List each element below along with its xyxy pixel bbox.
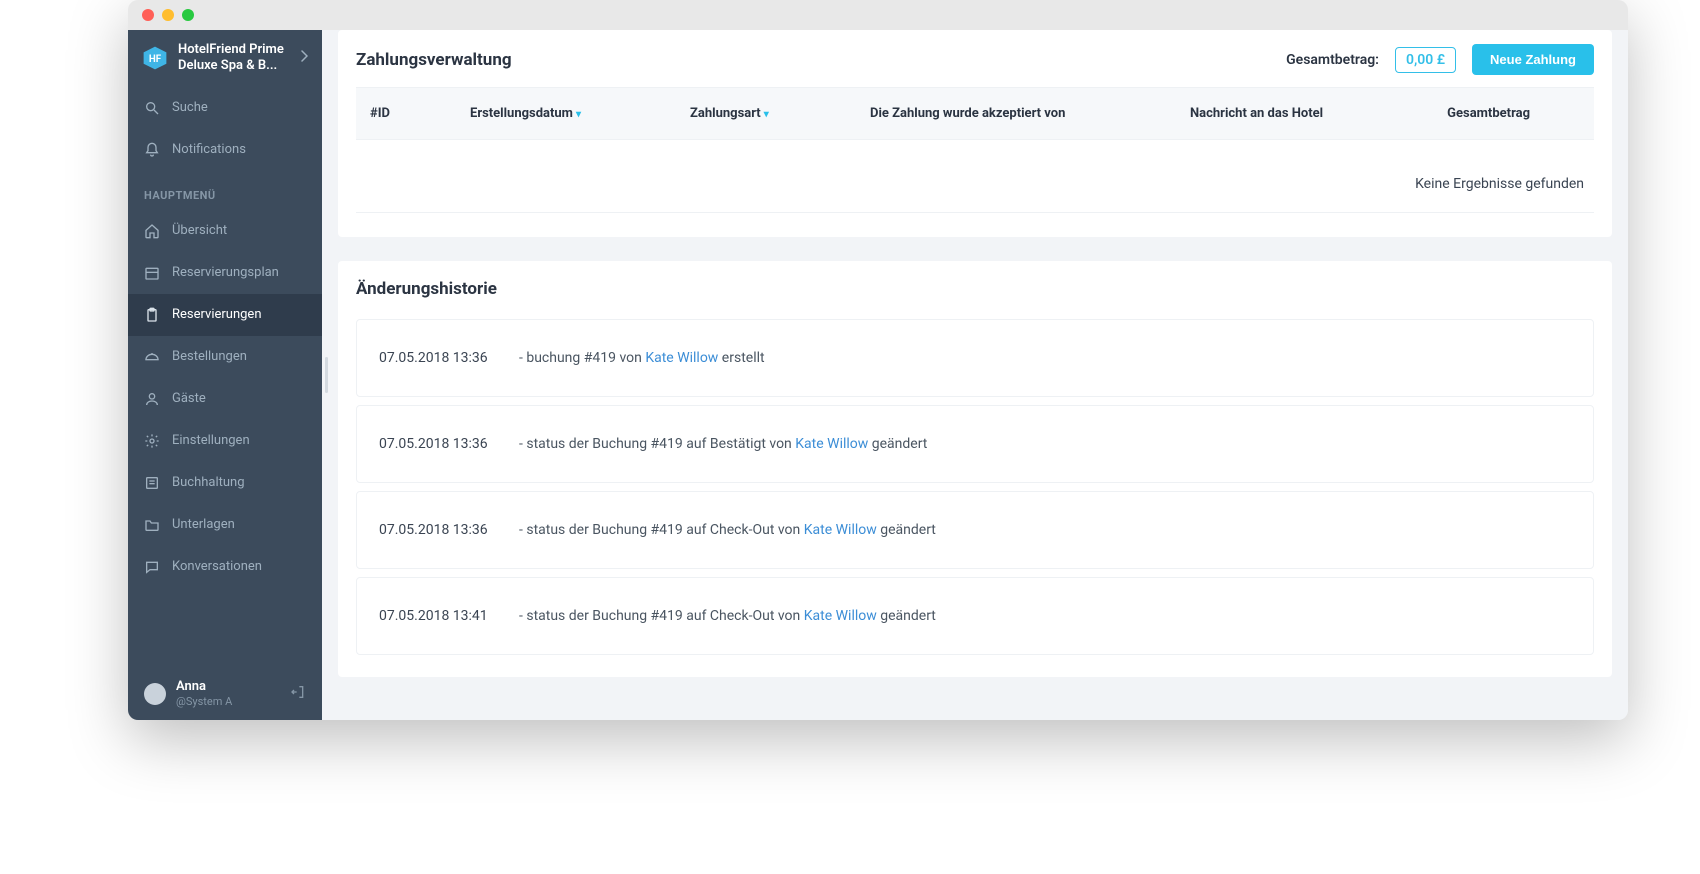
window-titlebar — [128, 0, 1628, 30]
col-id[interactable]: #ID — [360, 106, 460, 121]
history-card: Änderungshistorie 07.05.2018 13:36 - buc… — [338, 261, 1612, 677]
sort-caret-icon: ▾ — [764, 109, 769, 120]
nav-label: Konversationen — [172, 559, 262, 574]
nav-label: Bestellungen — [172, 349, 247, 364]
sidebar-item-orders[interactable]: Bestellungen — [128, 336, 322, 378]
calendar-grid-icon — [144, 265, 160, 281]
nav-label: Suche — [172, 100, 208, 115]
user-subtext: @System A — [176, 695, 280, 708]
sidebar-item-documents[interactable]: Unterlagen — [128, 504, 322, 546]
avatar — [144, 683, 166, 705]
payments-header: Zahlungsverwaltung Gesamtbetrag: 0,00 £ … — [338, 30, 1612, 87]
history-text: - status der Buchung #419 auf Check-Out … — [519, 608, 936, 624]
sidebar-item-reservation-plan[interactable]: Reservierungsplan — [128, 252, 322, 294]
history-entry: 07.05.2018 13:41 - status der Buchung #4… — [356, 577, 1594, 655]
user-icon — [144, 391, 160, 407]
nav-label: Buchhaltung — [172, 475, 245, 490]
main-content: Zahlungsverwaltung Gesamtbetrag: 0,00 £ … — [330, 30, 1628, 720]
no-results-text: Keine Ergebnisse gefunden — [356, 140, 1594, 206]
nav-label: Reservierungsplan — [172, 265, 279, 280]
ledger-icon — [144, 475, 160, 491]
payments-card: Zahlungsverwaltung Gesamtbetrag: 0,00 £ … — [338, 30, 1612, 237]
close-icon[interactable] — [142, 9, 154, 21]
col-payment-type[interactable]: Zahlungsart▾ — [680, 106, 860, 121]
history-text: - buchung #419 von Kate Willow erstellt — [519, 350, 765, 366]
sidebar-item-reservations[interactable]: Reservierungen — [128, 294, 322, 336]
hotel-logo-icon: HF — [142, 45, 168, 71]
minimize-icon[interactable] — [162, 9, 174, 21]
user-info: Anna @System A — [176, 679, 280, 708]
col-created-date[interactable]: Erstellungsdatum▾ — [460, 106, 680, 121]
divider — [356, 212, 1594, 213]
clipboard-icon — [144, 307, 160, 323]
logout-icon[interactable] — [290, 684, 306, 704]
col-label: Zahlungsart — [690, 106, 761, 121]
hotel-name: HotelFriend Prime Deluxe Spa & B... — [178, 42, 290, 75]
total-amount-box: 0,00 £ — [1395, 47, 1456, 73]
history-text: - status der Buchung #419 auf Bestätigt … — [519, 436, 927, 452]
sidebar-item-guests[interactable]: Gäste — [128, 378, 322, 420]
history-entry: 07.05.2018 13:36 - buchung #419 von Kate… — [356, 319, 1594, 397]
nav-label: Gäste — [172, 391, 206, 406]
sidebar-item-notifications[interactable]: Notifications — [128, 129, 322, 171]
nav-label: Einstellungen — [172, 433, 250, 448]
sidebar-item-accounting[interactable]: Buchhaltung — [128, 462, 322, 504]
nav-label: Unterlagen — [172, 517, 235, 532]
history-timestamp: 07.05.2018 13:36 — [379, 522, 499, 538]
user-row[interactable]: Anna @System A — [128, 667, 322, 720]
history-title: Änderungshistorie — [356, 279, 1594, 299]
svg-text:HF: HF — [149, 54, 162, 65]
col-label: Erstellungsdatum — [470, 106, 573, 121]
total-label: Gesamtbetrag: — [1286, 52, 1379, 68]
chat-icon — [144, 559, 160, 575]
gear-icon — [144, 433, 160, 449]
sidebar-item-overview[interactable]: Übersicht — [128, 210, 322, 252]
payments-title: Zahlungsverwaltung — [356, 50, 1270, 70]
app-window: HF HotelFriend Prime Deluxe Spa & B... S… — [128, 0, 1628, 720]
sidebar-resize-handle[interactable] — [322, 30, 330, 720]
history-user-link[interactable]: Kate Willow — [804, 608, 877, 624]
folder-icon — [144, 517, 160, 533]
sort-caret-icon: ▾ — [576, 109, 581, 120]
col-accepted-by[interactable]: Die Zahlung wurde akzeptiert von — [860, 106, 1180, 121]
user-name: Anna — [176, 679, 280, 695]
new-payment-button[interactable]: Neue Zahlung — [1472, 44, 1594, 75]
home-icon — [144, 223, 160, 239]
nav-label: Notifications — [172, 142, 246, 157]
search-icon — [144, 100, 160, 116]
col-hotel-message[interactable]: Nachricht an das Hotel — [1180, 106, 1410, 121]
hotel-switcher[interactable]: HF HotelFriend Prime Deluxe Spa & B... — [128, 30, 322, 87]
payments-table-head: #ID Erstellungsdatum▾ Zahlungsart▾ Die Z… — [356, 87, 1594, 140]
history-entry: 07.05.2018 13:36 - status der Buchung #4… — [356, 405, 1594, 483]
tray-icon — [144, 349, 160, 365]
history-timestamp: 07.05.2018 13:36 — [379, 350, 499, 366]
chevron-right-icon — [300, 50, 308, 66]
nav-label: Übersicht — [172, 223, 227, 238]
nav-label: Reservierungen — [172, 307, 262, 322]
history-entry: 07.05.2018 13:36 - status der Buchung #4… — [356, 491, 1594, 569]
history-timestamp: 07.05.2018 13:36 — [379, 436, 499, 452]
sidebar-item-search[interactable]: Suche — [128, 87, 322, 129]
maximize-icon[interactable] — [182, 9, 194, 21]
sidebar-section-title: HAUPTMENÜ — [128, 171, 322, 210]
sidebar: HF HotelFriend Prime Deluxe Spa & B... S… — [128, 30, 322, 720]
history-user-link[interactable]: Kate Willow — [645, 350, 718, 366]
history-user-link[interactable]: Kate Willow — [804, 522, 877, 538]
bell-icon — [144, 142, 160, 158]
app-body: HF HotelFriend Prime Deluxe Spa & B... S… — [128, 30, 1628, 720]
history-timestamp: 07.05.2018 13:41 — [379, 608, 499, 624]
sidebar-item-settings[interactable]: Einstellungen — [128, 420, 322, 462]
col-total[interactable]: Gesamtbetrag — [1410, 106, 1540, 121]
sidebar-item-conversations[interactable]: Konversationen — [128, 546, 322, 588]
history-text: - status der Buchung #419 auf Check-Out … — [519, 522, 936, 538]
history-user-link[interactable]: Kate Willow — [795, 436, 868, 452]
